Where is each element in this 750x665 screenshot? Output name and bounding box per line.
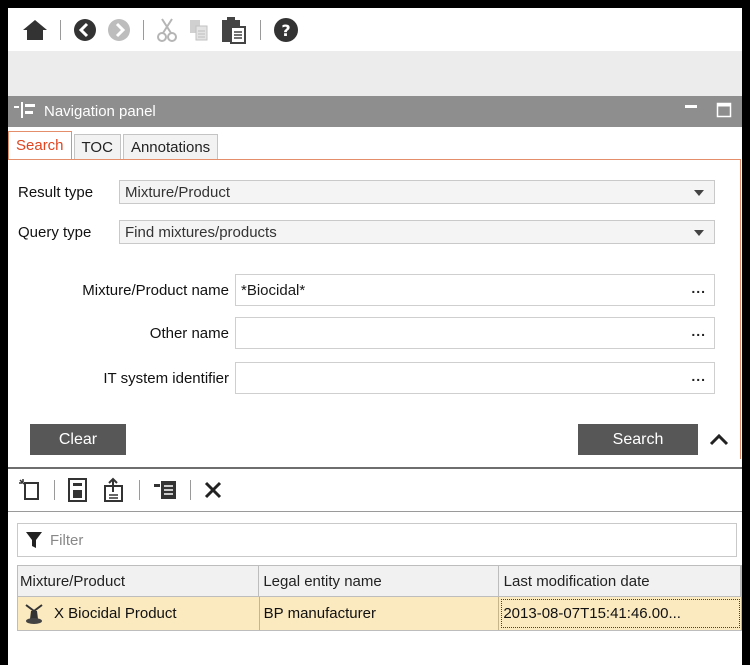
- result-type-row: Result type: [18, 180, 130, 204]
- product-name-value: *Biocidal*: [241, 281, 306, 299]
- it-system-identifier-label: IT system identifier: [103, 370, 229, 387]
- query-type-select[interactable]: Find mixtures/products: [119, 220, 715, 244]
- search-button[interactable]: Search: [578, 424, 698, 455]
- home-icon[interactable]: [22, 12, 48, 48]
- chevron-up-icon[interactable]: [709, 432, 729, 450]
- it-system-identifier-browse-button[interactable]: ...: [691, 368, 706, 384]
- navigation-panel-header: Navigation panel: [8, 96, 742, 127]
- copy-record-icon[interactable]: [152, 478, 178, 502]
- table-row[interactable]: X Biocidal Product BP manufacturer 2013-…: [17, 597, 742, 631]
- cell-last-modified: 2013-08-07T15:41:46.00...: [499, 597, 742, 630]
- maximize-icon[interactable]: [716, 102, 732, 122]
- toolbar-separator: [60, 19, 61, 40]
- result-type-label: Result type: [18, 183, 94, 201]
- navigation-panel-title: Navigation panel: [44, 103, 156, 120]
- column-header-legal-entity-name[interactable]: Legal entity name: [259, 566, 499, 596]
- results-table: Mixture/Product Legal entity name Last m…: [17, 565, 742, 631]
- column-header-last-modification-date[interactable]: Last modification date: [499, 566, 741, 596]
- section-divider: [8, 511, 742, 512]
- chevron-down-icon[interactable]: [694, 230, 704, 236]
- result-type-value: Mixture/Product: [125, 183, 231, 201]
- new-document-icon[interactable]: [18, 478, 42, 502]
- main-toolbar: ?: [8, 8, 742, 51]
- toolbar-separator: [54, 480, 55, 500]
- navigation-panel-icon: [14, 101, 36, 123]
- section-divider: [8, 467, 742, 469]
- cell-legal-entity: BP manufacturer: [260, 597, 500, 630]
- paste-icon[interactable]: [220, 12, 248, 48]
- tab-toc[interactable]: TOC: [73, 134, 121, 160]
- other-name-field[interactable]: ...: [235, 317, 715, 349]
- result-type-select[interactable]: Mixture/Product: [119, 180, 715, 204]
- export-icon[interactable]: [101, 477, 127, 503]
- product-name-browse-button[interactable]: ...: [691, 280, 706, 296]
- other-name-browse-button[interactable]: ...: [691, 323, 706, 339]
- product-name-label: Mixture/Product name: [82, 282, 229, 299]
- back-icon[interactable]: [73, 12, 97, 48]
- query-type-value: Find mixtures/products: [125, 223, 277, 241]
- search-panel: [8, 159, 741, 459]
- toolbar-separator: [190, 480, 191, 500]
- clear-button[interactable]: Clear: [30, 424, 126, 455]
- query-type-label: Query type: [18, 223, 92, 241]
- toolbar-separator: [260, 19, 261, 40]
- filter-icon: [26, 531, 42, 549]
- table-header: Mixture/Product Legal entity name Last m…: [17, 565, 742, 597]
- other-name-label: Other name: [149, 325, 229, 342]
- toolbar-spacer: [8, 51, 742, 96]
- navigation-tabs: Search TOC Annotations: [8, 131, 220, 160]
- forward-icon[interactable]: [107, 12, 131, 48]
- cut-icon[interactable]: [156, 12, 178, 48]
- product-name-field[interactable]: *Biocidal* ...: [235, 274, 715, 306]
- chevron-down-icon[interactable]: [694, 190, 704, 196]
- app-window: ? Navigation panel Search TOC Annotation…: [8, 8, 742, 665]
- minimize-icon[interactable]: [684, 102, 698, 122]
- tab-search[interactable]: Search: [8, 131, 72, 160]
- product-name: X Biocidal Product: [54, 605, 177, 622]
- it-system-identifier-field[interactable]: ...: [235, 362, 715, 394]
- tab-annotations[interactable]: Annotations: [122, 134, 219, 160]
- query-type-row: Query type: [18, 220, 130, 244]
- help-icon[interactable]: ?: [273, 12, 299, 48]
- filter-input[interactable]: Filter: [17, 523, 737, 557]
- toolbar-separator: [139, 480, 140, 500]
- filter-placeholder: Filter: [50, 531, 84, 549]
- column-header-mixture-product[interactable]: Mixture/Product: [18, 566, 260, 596]
- delete-icon[interactable]: [203, 480, 223, 500]
- cell-mixture-product: X Biocidal Product: [18, 597, 260, 630]
- results-toolbar: [8, 470, 742, 510]
- svg-text:?: ?: [281, 21, 290, 40]
- mixture-product-icon: [24, 603, 44, 625]
- copy-icon[interactable]: [188, 12, 210, 48]
- open-document-icon[interactable]: [67, 477, 89, 503]
- toolbar-separator: [143, 19, 144, 40]
